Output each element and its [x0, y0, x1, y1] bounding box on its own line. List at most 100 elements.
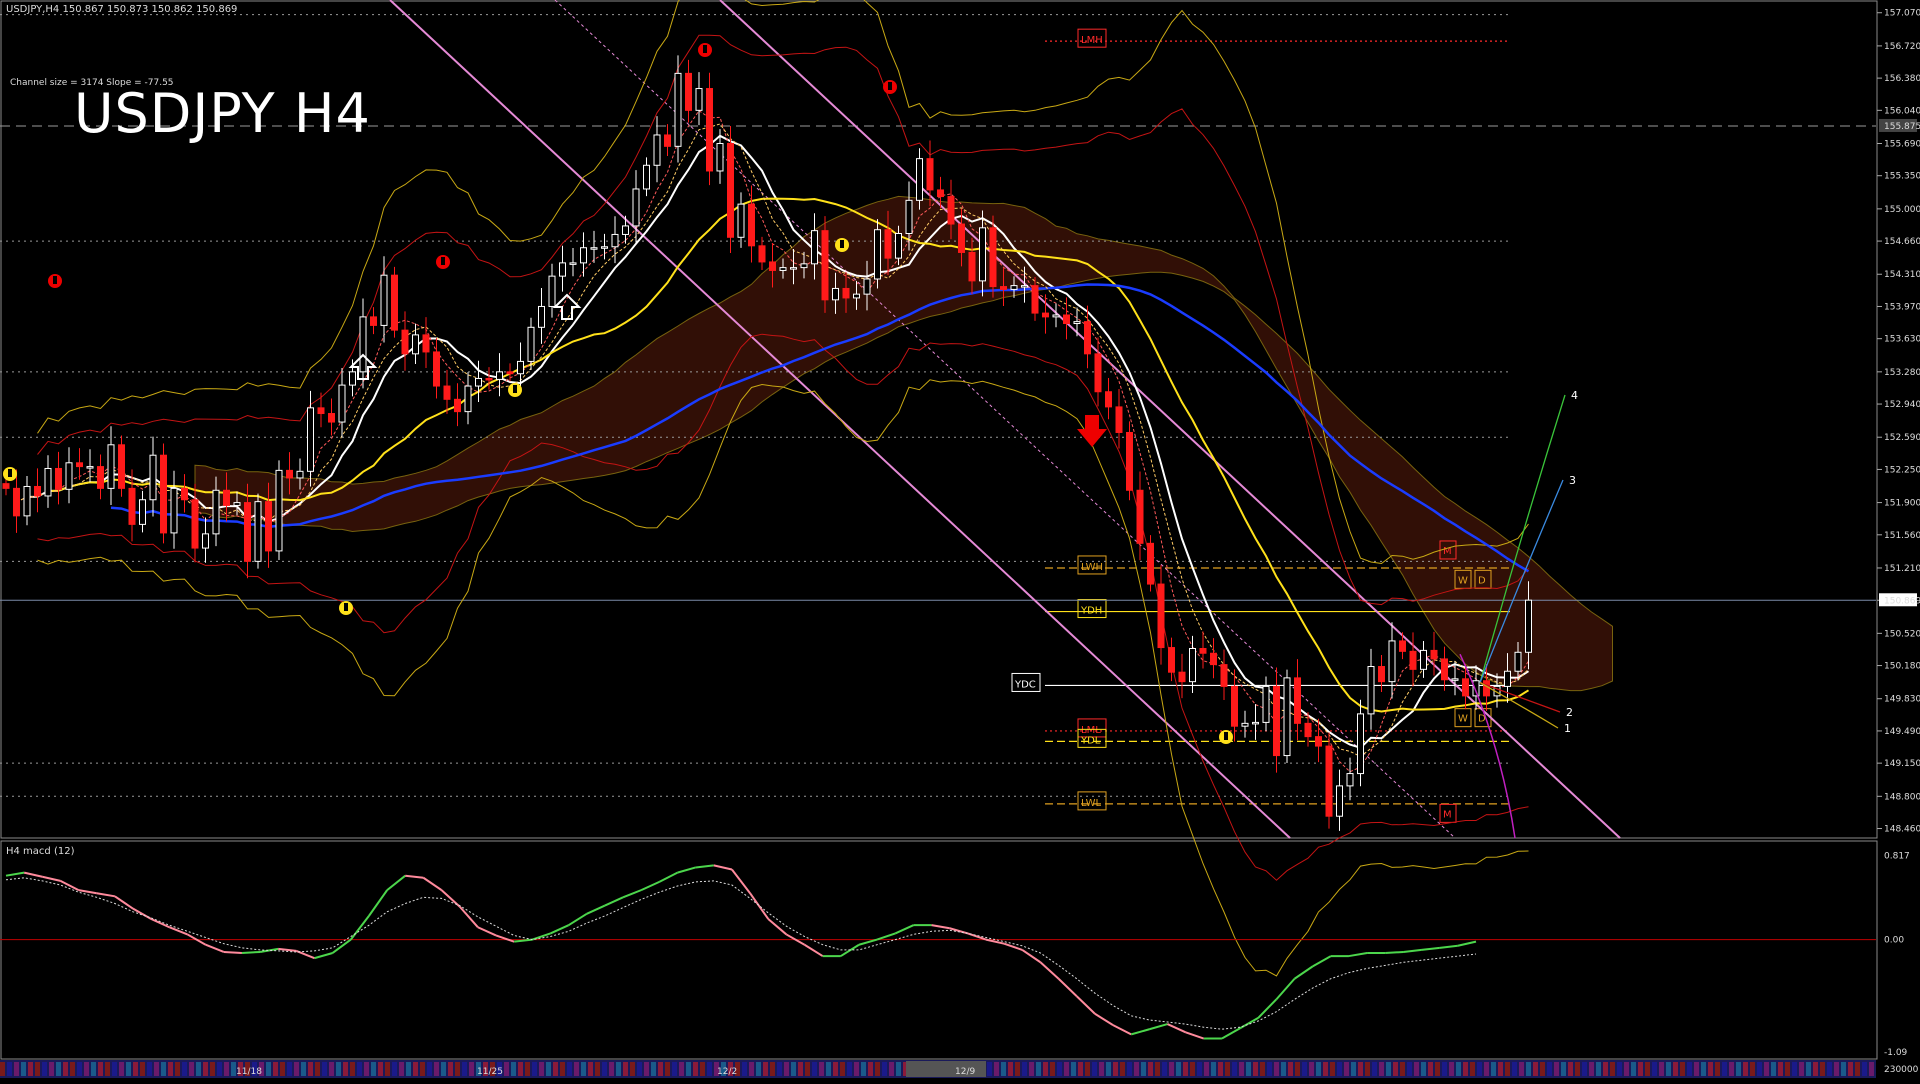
candle-body	[1388, 640, 1396, 683]
time-bar-stripe	[763, 1062, 768, 1076]
time-bar-stripe	[1799, 1062, 1804, 1076]
time-axis-label: 11/25	[477, 1067, 503, 1077]
candle-body	[1231, 685, 1238, 727]
time-bar-stripe	[581, 1062, 586, 1076]
candle-body	[884, 229, 892, 259]
time-bar-stripe	[1463, 1062, 1468, 1076]
time-bar-stripe	[294, 1062, 299, 1076]
candle-body	[1472, 680, 1480, 697]
candle-body	[622, 225, 629, 235]
time-bar-stripe	[700, 1062, 705, 1076]
time-bar-stripe	[1022, 1062, 1027, 1076]
candle-body	[790, 267, 797, 270]
time-bar-stripe	[308, 1062, 313, 1076]
macd-segment	[1221, 1027, 1241, 1040]
macd-segment	[241, 950, 261, 954]
time-bar-stripe	[1246, 1062, 1251, 1076]
candle-body	[758, 245, 766, 263]
macd-segment	[458, 905, 479, 928]
time-bar-stripe	[567, 1062, 572, 1076]
time-bar-stripe	[1001, 1062, 1006, 1076]
level-label-lmh: LMH	[1081, 35, 1103, 46]
time-bar-stripe	[147, 1062, 152, 1076]
time-bar-stripe	[161, 1062, 166, 1076]
macd-segment	[568, 912, 588, 927]
macd-segment	[985, 938, 1005, 945]
time-bar-stripe	[1764, 1062, 1769, 1076]
time-bar-stripe	[1806, 1062, 1811, 1076]
time-bar-stripe	[1491, 1062, 1496, 1076]
candle-body	[706, 88, 713, 172]
candle-body	[821, 230, 829, 301]
candle-body	[769, 261, 776, 271]
time-bar-stripe	[1540, 1062, 1545, 1076]
time-bar-stripe	[518, 1062, 523, 1076]
time-bar-stripe	[1785, 1062, 1790, 1076]
macd-segment	[114, 895, 134, 910]
time-bar-stripe	[1701, 1062, 1706, 1076]
time-bar-stripe	[693, 1062, 698, 1076]
candle-body	[1409, 650, 1417, 670]
candle-body	[1063, 314, 1070, 325]
candle-body	[1147, 542, 1154, 585]
macd-segment	[422, 876, 443, 891]
time-bar-stripe	[1442, 1062, 1447, 1076]
time-bar-stripe	[1288, 1062, 1293, 1076]
candle-body	[139, 499, 146, 525]
time-bar-stripe	[168, 1062, 173, 1076]
time-bar-stripe	[399, 1062, 404, 1076]
candle-body	[1315, 736, 1322, 747]
time-bar-stripe	[1260, 1062, 1265, 1076]
price-axis-label: 148.460	[1884, 825, 1920, 835]
time-bar-stripe	[672, 1062, 677, 1076]
ichimoku-cloud	[194, 195, 1613, 692]
time-bar-stripe	[1407, 1062, 1412, 1076]
macd-segment	[640, 880, 660, 892]
macd-segment	[314, 952, 333, 960]
candle-body	[202, 533, 209, 549]
time-bar-stripe	[1743, 1062, 1748, 1076]
time-bar-stripe	[224, 1062, 229, 1076]
time-bar-stripe	[1386, 1062, 1391, 1076]
time-bar-stripe	[1155, 1062, 1160, 1076]
candle-body	[170, 487, 178, 534]
fractal-up-icon-core	[703, 45, 707, 53]
candle-body	[653, 134, 661, 166]
candle-body	[464, 385, 472, 413]
candle-body	[1168, 647, 1175, 673]
price-axis-label: 156.380	[1884, 74, 1920, 84]
candle-body	[1504, 670, 1511, 687]
price-axis-label: 148.800	[1884, 792, 1920, 802]
time-bar-stripe	[1302, 1062, 1307, 1076]
time-bar-stripe	[1827, 1062, 1832, 1076]
macd-segment	[5, 871, 25, 877]
level-label-ydl: YDL	[1080, 735, 1101, 746]
macd-segment	[1312, 955, 1332, 968]
candle-body	[811, 230, 818, 265]
time-bar-stripe	[1736, 1062, 1741, 1076]
candle-body	[1430, 649, 1438, 660]
macd-segment	[1257, 998, 1278, 1019]
time-bar-stripe	[1323, 1062, 1328, 1076]
macd-segment	[23, 871, 43, 878]
time-bar-stripe	[1848, 1062, 1853, 1076]
candle-body	[1094, 353, 1102, 393]
time-bar-stripe	[1365, 1062, 1370, 1076]
fractal-down-icon-core	[8, 469, 12, 477]
candle-body	[1136, 489, 1144, 544]
candle-body	[2, 483, 10, 489]
macd-secondary-label: 230000	[1884, 1065, 1919, 1075]
time-bar-stripe	[322, 1062, 327, 1076]
price-axis-label: 156.720	[1884, 42, 1920, 52]
macd-segment	[150, 918, 170, 929]
macd-axis-label: 0.00	[1884, 936, 1904, 946]
time-bar-stripe	[1477, 1062, 1482, 1076]
macd-segment	[1003, 942, 1023, 951]
time-bar-stripe	[1253, 1062, 1258, 1076]
macd-segment	[803, 943, 824, 957]
macd-segment	[386, 874, 406, 891]
price-axis-label: 152.590	[1884, 433, 1920, 443]
price-axis-label: 149.830	[1884, 695, 1920, 705]
candle-body	[1451, 678, 1459, 681]
macd-segment	[405, 874, 424, 879]
